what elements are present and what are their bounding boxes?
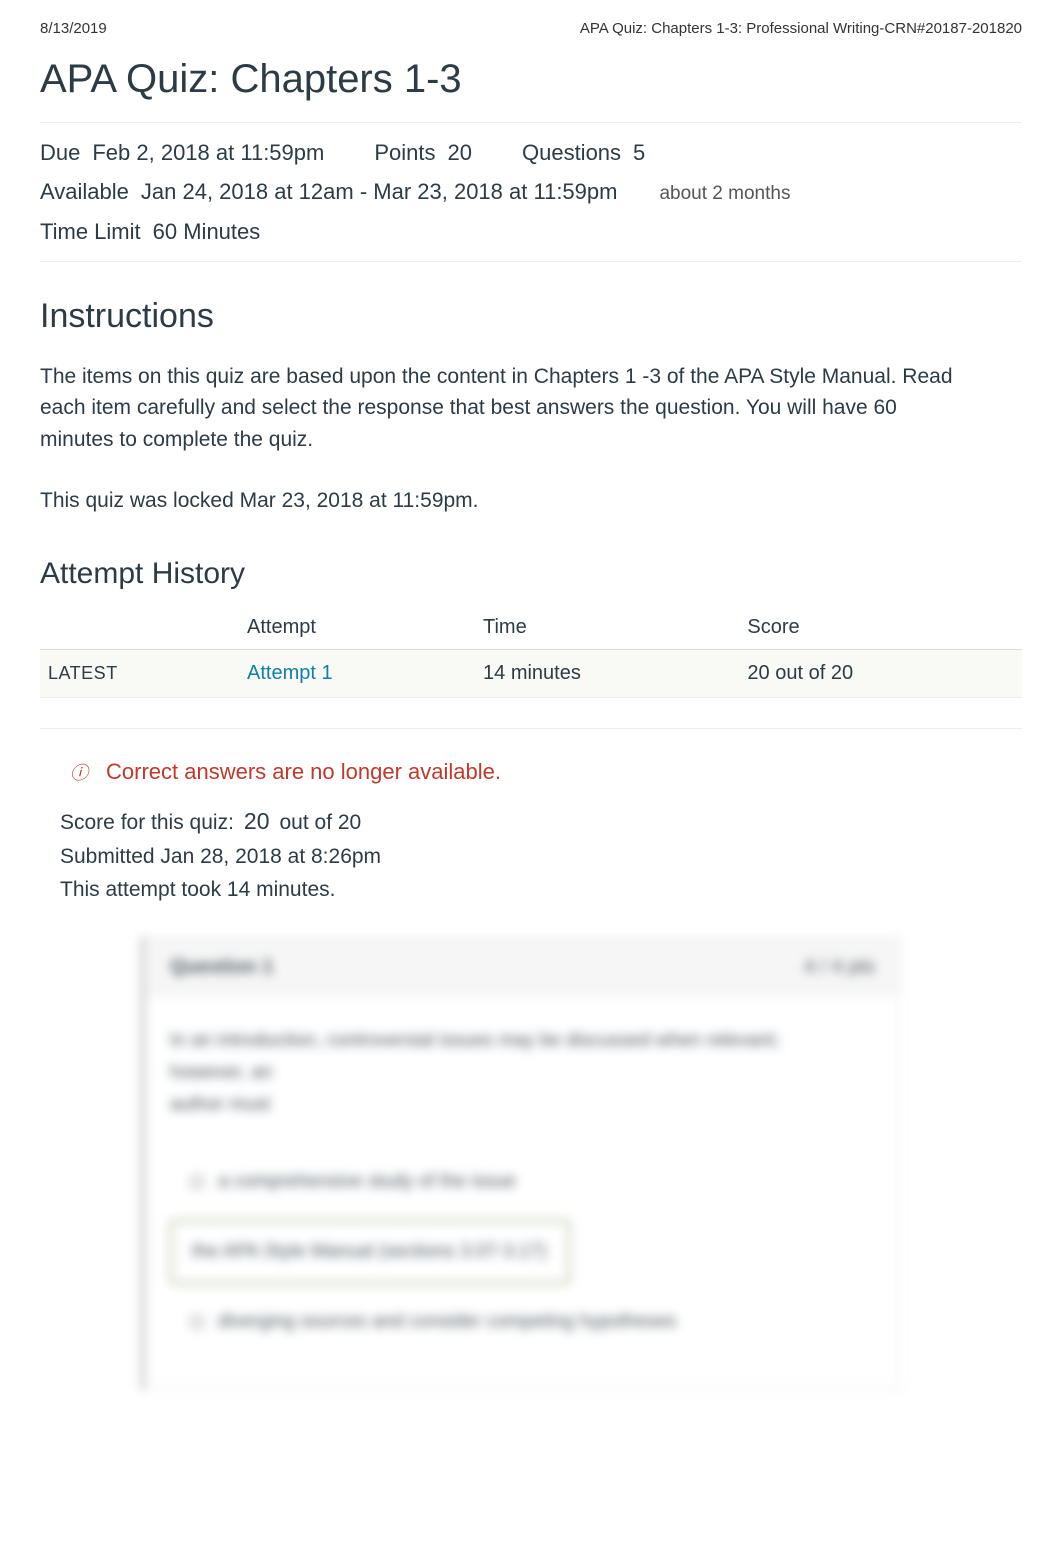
option-text: the APA Style Manual (sections 3.07-3.17…	[192, 1236, 547, 1268]
available-label: Available	[40, 174, 129, 209]
duration-line: This attempt took 14 minutes.	[60, 873, 1002, 907]
col-score: Score	[739, 606, 1022, 650]
attempt-link[interactable]: Attempt 1	[247, 662, 333, 684]
question-option[interactable]: a comprehensive study of the issue	[170, 1152, 875, 1212]
breadcrumb: APA Quiz: Chapters 1-3: Professional Wri…	[580, 20, 1022, 37]
question-prompt-line1: In an introduction, controversial issues…	[170, 1025, 875, 1057]
attempt-history-heading: Attempt History	[40, 557, 1022, 591]
question-option[interactable]: diverging sources and consider competing…	[170, 1292, 875, 1352]
answers-unavailable-notice: ⓘ Correct answers are no longer availabl…	[40, 759, 1022, 803]
question-prompt-line3: author must	[170, 1089, 875, 1121]
radio-icon	[190, 1315, 204, 1329]
locked-notice: This quiz was locked Mar 23, 2018 at 11:…	[40, 485, 960, 517]
print-date: 8/13/2019	[40, 20, 107, 37]
question-option-selected[interactable]: the APA Style Manual (sections 3.07-3.17…	[170, 1220, 570, 1284]
points-value: 20	[448, 135, 472, 170]
timelimit-value: 60 Minutes	[153, 214, 261, 249]
points-label: Points	[374, 135, 435, 170]
notice-text: Correct answers are no longer available.	[106, 759, 501, 785]
attempt-score: 20 out of 20	[739, 649, 1022, 697]
radio-icon	[190, 1175, 204, 1189]
available-note: about 2 months	[659, 179, 790, 209]
divider	[40, 728, 1022, 729]
table-row: LATEST Attempt 1 14 minutes 20 out of 20	[40, 649, 1022, 697]
quiz-meta: Due Feb 2, 2018 at 11:59pm Points 20 Que…	[40, 122, 1022, 262]
instructions-heading: Instructions	[40, 297, 1022, 336]
questions-value: 5	[633, 135, 645, 170]
questions-label: Questions	[522, 135, 621, 170]
question-prompt-line2: however, an	[170, 1057, 875, 1089]
col-attempt: Attempt	[239, 606, 475, 650]
score-label: Score for this quiz:	[60, 806, 234, 840]
due-value: Feb 2, 2018 at 11:59pm	[92, 135, 324, 170]
score-value: 20	[244, 803, 270, 840]
col-blank	[40, 606, 239, 650]
question-points: 4 / 4 pts	[804, 956, 875, 979]
question-title: Question 1	[170, 956, 273, 979]
info-icon: ⓘ	[70, 759, 88, 785]
submitted-line: Submitted Jan 28, 2018 at 8:26pm	[60, 840, 1002, 874]
latest-badge: LATEST	[40, 649, 239, 697]
option-text: a comprehensive study of the issue	[218, 1166, 516, 1198]
option-text: diverging sources and consider competing…	[218, 1306, 676, 1338]
page-title: APA Quiz: Chapters 1-3	[40, 57, 1022, 102]
due-label: Due	[40, 135, 80, 170]
timelimit-label: Time Limit	[40, 214, 141, 249]
score-outof: out of 20	[280, 806, 362, 840]
col-time: Time	[475, 606, 739, 650]
attempt-history-table: Attempt Time Score LATEST Attempt 1 14 m…	[40, 606, 1022, 698]
attempt-time: 14 minutes	[475, 649, 739, 697]
question-card: Question 1 4 / 4 pts In an introduction,…	[140, 937, 900, 1390]
instructions-body: The items on this quiz are based upon th…	[40, 361, 960, 456]
available-value: Jan 24, 2018 at 12am - Mar 23, 2018 at 1…	[141, 174, 618, 209]
